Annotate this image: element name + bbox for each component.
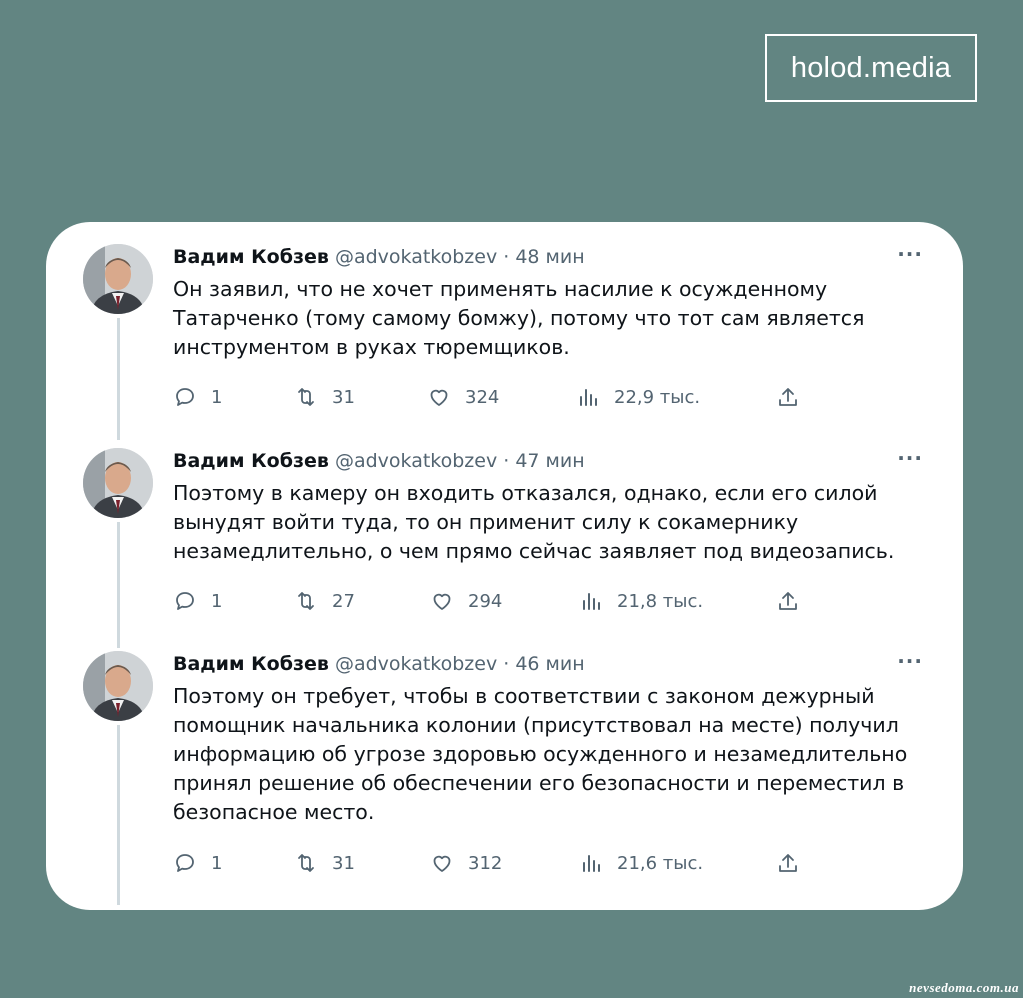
- author-name[interactable]: Вадим Кобзев: [173, 653, 329, 675]
- views-button[interactable]: 22,9 тыс.: [576, 385, 700, 409]
- views-count: 22,9 тыс.: [614, 386, 701, 408]
- reply-count: 1: [211, 852, 223, 874]
- reply-icon: [176, 592, 194, 610]
- reply-button[interactable]: 1: [173, 851, 222, 875]
- more-options-icon[interactable]: ···: [897, 244, 923, 264]
- views-icon: [583, 593, 600, 610]
- tweet-actions: 1 27 294 21,8 тыс.: [173, 589, 813, 615]
- heart-icon: [430, 389, 448, 406]
- share-button[interactable]: [776, 589, 800, 613]
- thread-line: [117, 725, 120, 905]
- retweet-button[interactable]: 27: [294, 589, 355, 613]
- views-count: 21,8 тыс.: [617, 590, 704, 612]
- retweet-count: 31: [332, 386, 355, 408]
- author-handle[interactable]: @advokatkobzev: [335, 450, 497, 472]
- heart-icon: [433, 593, 451, 610]
- views-button[interactable]: 21,6 тыс.: [579, 851, 703, 875]
- retweet-button[interactable]: 31: [294, 385, 355, 409]
- views-button[interactable]: 21,8 тыс.: [579, 589, 703, 613]
- retweet-count: 27: [332, 590, 355, 612]
- reply-button[interactable]: 1: [173, 589, 222, 613]
- reply-icon: [176, 388, 194, 406]
- like-button[interactable]: 294: [430, 589, 502, 613]
- author-handle[interactable]: @advokatkobzev: [335, 653, 497, 675]
- share-icon: [779, 592, 797, 610]
- tweet-time[interactable]: · 46 мин: [503, 653, 584, 675]
- like-button[interactable]: 324: [427, 385, 499, 409]
- retweet-icon: [298, 592, 314, 610]
- retweet-count: 31: [332, 852, 355, 874]
- tweet-time[interactable]: · 48 мин: [503, 246, 584, 268]
- tweet-header: Вадим Кобзев @advokatkobzev · 46 мин: [173, 651, 923, 677]
- like-count: 294: [468, 590, 503, 612]
- retweet-button[interactable]: 31: [294, 851, 355, 875]
- reply-icon: [176, 854, 194, 872]
- like-count: 324: [465, 386, 500, 408]
- tweet-text: Поэтому в камеру он входить отказался, о…: [173, 481, 895, 563]
- share-icon: [779, 388, 797, 406]
- reply-count: 1: [211, 386, 223, 408]
- tweet-header: Вадим Кобзев @advokatkobzev · 48 мин: [173, 244, 923, 270]
- reply-button[interactable]: 1: [173, 385, 222, 409]
- share-icon: [779, 854, 797, 872]
- tweet-actions: 1 31 312 21,6 тыс.: [173, 851, 813, 877]
- retweet-icon: [298, 854, 314, 872]
- views-icon: [580, 389, 597, 406]
- like-count: 312: [468, 852, 503, 874]
- share-button[interactable]: [776, 851, 800, 875]
- tweet-text: Он заявил, что не хочет применять насили…: [173, 277, 865, 359]
- reply-count: 1: [211, 590, 223, 612]
- avatar[interactable]: [83, 448, 153, 518]
- more-options-icon[interactable]: ···: [897, 651, 923, 671]
- thread-line: [117, 522, 120, 648]
- share-button[interactable]: [776, 385, 800, 409]
- holod-media-logo: holod.media: [765, 34, 977, 102]
- tweet-text: Поэтому он требует, чтобы в соответствии…: [173, 684, 908, 824]
- tweet-actions: 1 31 324 22,9 тыс.: [173, 385, 813, 411]
- avatar[interactable]: [83, 244, 153, 314]
- like-button[interactable]: 312: [430, 851, 502, 875]
- author-name[interactable]: Вадим Кобзев: [173, 450, 329, 472]
- tweet-thread-card: Вадим Кобзев @advokatkobzev · 48 мин ···…: [46, 222, 963, 910]
- author-handle[interactable]: @advokatkobzev: [335, 246, 497, 268]
- views-icon: [583, 855, 600, 872]
- tweet-header: Вадим Кобзев @advokatkobzev · 47 мин: [173, 448, 923, 474]
- author-name[interactable]: Вадим Кобзев: [173, 246, 329, 268]
- views-count: 21,6 тыс.: [617, 852, 704, 874]
- thread-line: [117, 318, 120, 440]
- tweet-time[interactable]: · 47 мин: [503, 450, 584, 472]
- avatar[interactable]: [83, 651, 153, 721]
- more-options-icon[interactable]: ···: [897, 448, 923, 468]
- heart-icon: [433, 855, 451, 872]
- watermark: nevsedoma.com.ua: [909, 980, 1019, 995]
- retweet-icon: [298, 388, 314, 406]
